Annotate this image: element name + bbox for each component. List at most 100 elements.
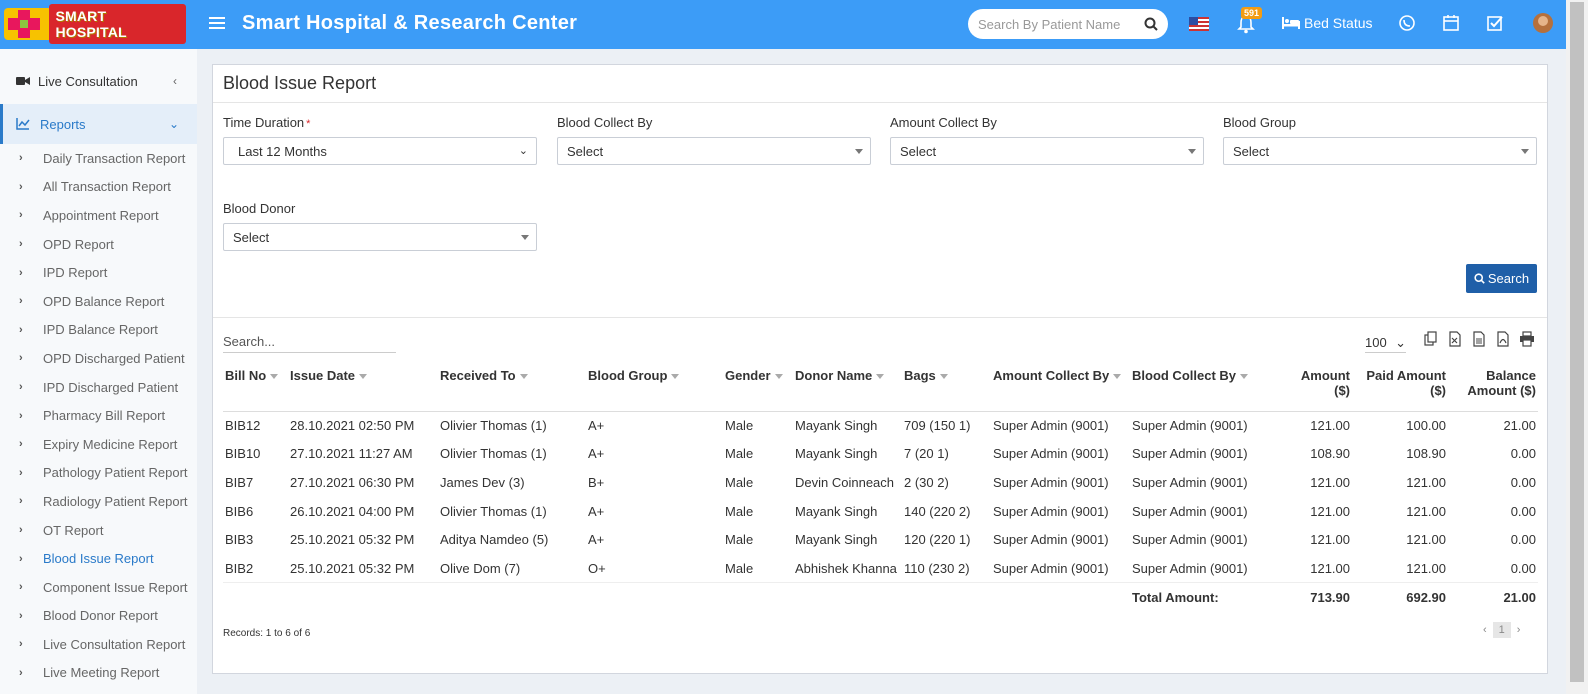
table-cell: 0.00 (1510, 446, 1536, 462)
column-header[interactable]: Amount Collect By (991, 365, 1130, 412)
chevron-right-icon: › (19, 295, 23, 308)
table-cell: 7 (20 1) (904, 446, 949, 462)
sidebar-subitem[interactable]: › Pharmacy Bill Report (0, 401, 197, 430)
blood-issue-report-panel: Blood Issue Report Time Duration * Last 1… (212, 64, 1548, 674)
calendar-icon[interactable] (1442, 14, 1460, 32)
column-header[interactable]: Bags (902, 365, 991, 412)
page-scrollbar[interactable] (1566, 0, 1588, 694)
sidebar-item-reports[interactable]: Reports ⌄ (0, 104, 197, 144)
page-length-select[interactable]: 100 ⌄ (1365, 333, 1406, 353)
sidebar-subitem[interactable]: › Component Issue Report (0, 573, 197, 602)
sidebar-item-label: Live Consultation (38, 73, 138, 89)
sidebar-subitem[interactable]: › OPD Report (0, 230, 197, 259)
table-cell: BIB3 (225, 532, 254, 548)
export-toolbar (1423, 331, 1535, 347)
blood-group-select[interactable]: Select (1223, 137, 1537, 165)
search-button[interactable]: Search (1466, 264, 1537, 293)
chevron-down-icon: ⌄ (1395, 334, 1406, 350)
sidebar-subitem[interactable]: › OT Report (0, 516, 197, 545)
table-cell: 108.90 (1406, 446, 1446, 462)
amount-collect-by-select[interactable]: Select (890, 137, 1204, 165)
time-duration-select[interactable]: Last 12 Months ⌄ (223, 137, 537, 165)
menu-toggle-icon[interactable] (209, 14, 225, 30)
blood-collect-by-select[interactable]: Select (557, 137, 871, 165)
column-header[interactable]: Blood Collect By (1130, 365, 1280, 412)
patient-search-input[interactable] (978, 16, 1138, 32)
chevron-right-icon: › (19, 638, 23, 651)
table-cell: Olivier Thomas (1) (440, 418, 547, 434)
sidebar-subitem[interactable]: › Radiology Patient Report (0, 487, 197, 516)
column-header[interactable]: Balance Amount ($) (1448, 365, 1538, 412)
table-cell: Olivier Thomas (1) (440, 446, 547, 462)
table-cell: James Dev (3) (440, 474, 525, 490)
sidebar-subitem[interactable]: › Blood Issue Report (0, 544, 197, 573)
page-number[interactable]: 1 (1492, 622, 1511, 638)
whatsapp-icon[interactable] (1398, 14, 1416, 32)
chevron-right-icon: › (19, 381, 23, 394)
column-header[interactable]: Issue Date (288, 365, 438, 412)
table-cell: 0.00 (1510, 503, 1536, 519)
hospital-logo[interactable]: SMART HOSPITAL (4, 4, 186, 44)
sidebar-subitem[interactable]: › Pathology Patient Report (0, 459, 197, 488)
sidebar-subitem[interactable]: › IPD Balance Report (0, 316, 197, 345)
table-cell: O+ (588, 560, 606, 576)
sidebar-item-live-consultation[interactable]: Live Consultation ‹ (0, 66, 197, 96)
records-info: Records: 1 to 6 of 6 (223, 628, 311, 639)
pdf-icon[interactable] (1495, 331, 1511, 347)
column-header[interactable]: Paid Amount ($) (1352, 365, 1448, 412)
search-icon[interactable] (1144, 17, 1158, 31)
sidebar-subitem[interactable]: › Expiry Medicine Report (0, 430, 197, 459)
table-search-input[interactable]: Search... (223, 331, 396, 353)
sidebar-subitem[interactable]: › Blood Donor Report (0, 602, 197, 631)
column-header[interactable]: Donor Name (793, 365, 902, 412)
excel-icon[interactable] (1447, 331, 1463, 347)
reports-submenu: › Daily Transaction Report › All Transactio… (0, 144, 197, 687)
print-icon[interactable] (1519, 331, 1535, 347)
column-header[interactable]: Blood Group (586, 365, 723, 412)
table-cell: B+ (588, 474, 605, 490)
chevron-right-icon: › (19, 323, 23, 336)
table-cell: Male (725, 446, 754, 462)
prev-page-icon[interactable]: ‹ (1483, 624, 1487, 636)
sidebar-subitem[interactable]: › IPD Report (0, 258, 197, 287)
sidebar-subitem[interactable]: › Appointment Report (0, 201, 197, 230)
table-row: BIB7 27.10.2021 06:30 PM James Dev (3) B+ Ma… (223, 468, 1538, 497)
dropdown-caret-icon (855, 149, 863, 154)
sidebar-subitem[interactable]: › Live Consultation Report (0, 630, 197, 659)
table-cell: Super Admin (9001) (993, 418, 1109, 434)
table-cell: Mayank Singh (795, 532, 878, 548)
csv-icon[interactable] (1471, 331, 1487, 347)
table-cell: Mayank Singh (795, 503, 878, 519)
sidebar-subitem[interactable]: › OPD Discharged Patient (0, 344, 197, 373)
table-cell: Super Admin (9001) (1132, 446, 1248, 462)
chevron-down-icon: ⌄ (168, 117, 179, 131)
next-page-icon[interactable]: › (1517, 624, 1521, 636)
sidebar-subitem[interactable]: › Live Meeting Report (0, 659, 197, 688)
table-cell: Mayank Singh (795, 418, 878, 434)
blood-donor-select[interactable]: Select (223, 223, 537, 251)
column-header[interactable]: Received To (438, 365, 586, 412)
sidebar-item-label: Reports (40, 116, 86, 132)
table-cell: Super Admin (9001) (993, 503, 1109, 519)
sidebar-subitem[interactable]: › IPD Discharged Patient (0, 373, 197, 402)
dropdown-caret-icon (1188, 149, 1196, 154)
time-duration-label: Time Duration * (223, 115, 311, 130)
table-cell: 26.10.2021 04:00 PM (290, 503, 415, 519)
chevron-right-icon: › (19, 552, 23, 565)
sidebar-subitem[interactable]: › All Transaction Report (0, 173, 197, 202)
user-avatar[interactable] (1533, 13, 1553, 33)
column-header[interactable]: Bill No (223, 365, 288, 412)
task-check-icon[interactable] (1486, 14, 1504, 32)
sidebar-subitem[interactable]: › Daily Transaction Report (0, 144, 197, 173)
sidebar-subitem-label: OPD Balance Report (43, 293, 165, 309)
copy-icon[interactable] (1423, 331, 1439, 347)
sort-arrow-icon (270, 374, 279, 380)
column-header[interactable]: Gender (723, 365, 793, 412)
sort-arrow-icon (939, 374, 948, 380)
column-header[interactable]: Amount ($) (1280, 365, 1352, 412)
sidebar-subitem[interactable]: › OPD Balance Report (0, 287, 197, 316)
bed-status-link[interactable]: Bed Status (1282, 15, 1373, 31)
table-cell: A+ (588, 532, 605, 548)
table-cell: Super Admin (9001) (1132, 560, 1248, 576)
us-flag-icon[interactable] (1189, 17, 1209, 31)
